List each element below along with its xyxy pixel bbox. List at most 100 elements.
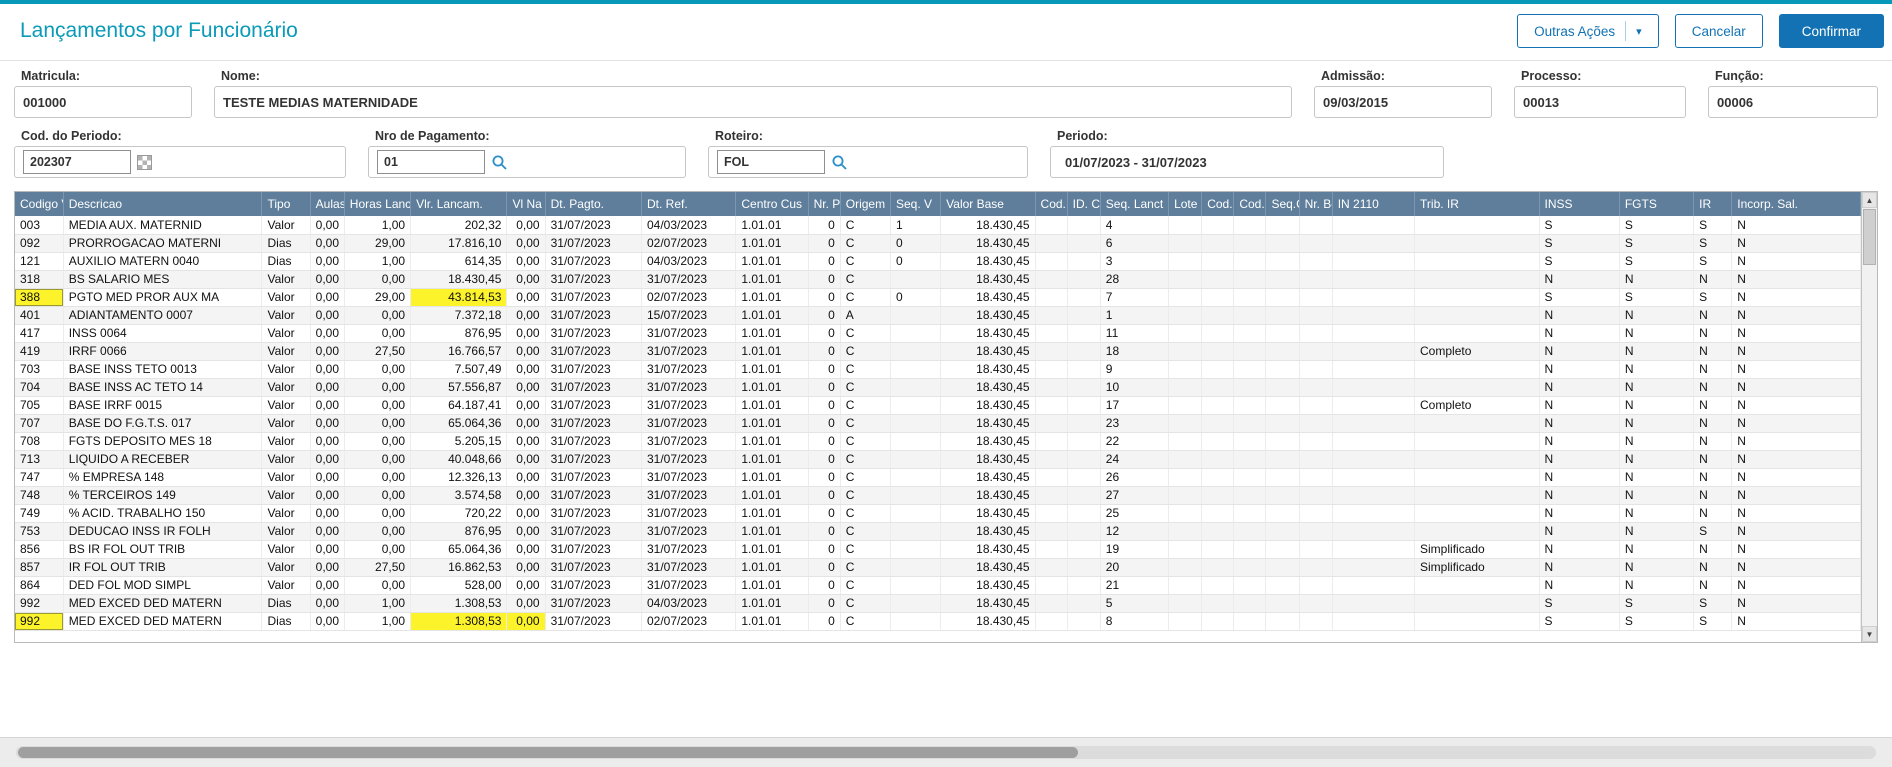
cell-c20[interactable] [1265, 324, 1300, 343]
cell-c8[interactable]: 31/07/2023 [641, 450, 737, 469]
cell-c2[interactable]: Dias [261, 594, 311, 613]
cell-c24[interactable]: N [1539, 558, 1620, 577]
cell-c13[interactable]: 18.430,45 [940, 216, 1036, 235]
cell-c11[interactable]: C [840, 396, 891, 415]
cell-c16[interactable]: 18 [1100, 342, 1170, 361]
grid-picker-icon[interactable] [137, 154, 152, 170]
cell-c23[interactable] [1414, 504, 1540, 523]
cell-c10[interactable]: 0 [808, 360, 841, 379]
cell-c24[interactable]: N [1539, 396, 1620, 415]
cell-c24[interactable]: N [1539, 522, 1620, 541]
cell-c14[interactable] [1035, 288, 1068, 307]
cell-c2[interactable]: Valor [261, 216, 311, 235]
cell-c15[interactable] [1067, 234, 1101, 253]
cell-c18[interactable] [1201, 468, 1235, 487]
cell-c11[interactable]: C [840, 414, 891, 433]
search-icon[interactable] [491, 154, 508, 171]
cell-c15[interactable] [1067, 522, 1101, 541]
cell-c16[interactable]: 8 [1100, 612, 1170, 631]
cell-c17[interactable] [1168, 450, 1203, 469]
cell-c25[interactable]: N [1619, 306, 1695, 325]
cell-c24[interactable]: N [1539, 270, 1620, 289]
cell-c20[interactable] [1265, 378, 1300, 397]
cell-c14[interactable] [1035, 324, 1068, 343]
cell-c12[interactable] [890, 486, 942, 505]
cell-c9[interactable]: 1.01.01 [735, 414, 809, 433]
cell-c9[interactable]: 1.01.01 [735, 594, 809, 613]
cell-c8[interactable]: 31/07/2023 [641, 324, 737, 343]
cell-c11[interactable]: C [840, 378, 891, 397]
cell-c6[interactable]: 0,00 [506, 522, 546, 541]
cell-c25[interactable]: N [1619, 558, 1695, 577]
cell-c2[interactable]: Valor [261, 522, 311, 541]
cell-c3[interactable]: 0,00 [310, 432, 345, 451]
cell-c15[interactable] [1067, 414, 1101, 433]
cell-c10[interactable]: 0 [808, 396, 841, 415]
cell-c27[interactable]: N [1731, 414, 1861, 433]
cell-c7[interactable]: 31/07/2023 [545, 288, 642, 307]
cell-c6[interactable]: 0,00 [506, 396, 546, 415]
cell-c25[interactable]: S [1619, 288, 1695, 307]
cell-c16[interactable]: 20 [1100, 558, 1170, 577]
cell-c19[interactable] [1233, 378, 1267, 397]
cell-c22[interactable] [1332, 324, 1416, 343]
cell-c1[interactable]: BASE INSS TETO 0013 [63, 360, 263, 379]
cell-c23[interactable] [1414, 252, 1540, 271]
cell-c13[interactable]: 18.430,45 [940, 576, 1036, 595]
cell-c12[interactable] [890, 576, 942, 595]
cell-c11[interactable]: C [840, 342, 891, 361]
cell-c20[interactable] [1265, 414, 1300, 433]
cell-c9[interactable]: 1.01.01 [735, 252, 809, 271]
cell-c20[interactable] [1265, 594, 1300, 613]
cell-c2[interactable]: Dias [261, 252, 311, 271]
cell-c16[interactable]: 17 [1100, 396, 1170, 415]
cell-c7[interactable]: 31/07/2023 [545, 360, 642, 379]
cell-c0[interactable]: 707 [15, 414, 64, 433]
cell-c0[interactable]: 748 [15, 486, 64, 505]
nro-pagamento-input[interactable] [377, 150, 485, 174]
cell-c19[interactable] [1233, 396, 1267, 415]
cell-c13[interactable]: 18.430,45 [940, 270, 1036, 289]
cell-c3[interactable]: 0,00 [310, 360, 345, 379]
cell-c9[interactable]: 1.01.01 [735, 234, 809, 253]
cell-c21[interactable] [1299, 270, 1333, 289]
cell-c18[interactable] [1201, 432, 1235, 451]
cell-c25[interactable]: N [1619, 468, 1695, 487]
cell-c2[interactable]: Valor [261, 504, 311, 523]
cell-c15[interactable] [1067, 594, 1101, 613]
cell-c3[interactable]: 0,00 [310, 378, 345, 397]
cell-c21[interactable] [1299, 234, 1333, 253]
cell-c19[interactable] [1233, 576, 1267, 595]
cell-c0[interactable]: 318 [15, 270, 64, 289]
cell-c4[interactable]: 0,00 [344, 504, 412, 523]
cell-c27[interactable]: N [1731, 540, 1861, 559]
cell-c0[interactable]: 749 [15, 504, 64, 523]
cell-c10[interactable]: 0 [808, 432, 841, 451]
cell-c5[interactable]: 43.814,53 [410, 288, 508, 307]
cell-c15[interactable] [1067, 558, 1101, 577]
cell-c9[interactable]: 1.01.01 [735, 288, 809, 307]
cell-c24[interactable]: N [1539, 324, 1620, 343]
cell-c10[interactable]: 0 [808, 234, 841, 253]
cell-c4[interactable]: 0,00 [344, 324, 412, 343]
cell-c9[interactable]: 1.01.01 [735, 432, 809, 451]
cell-c24[interactable]: N [1539, 342, 1620, 361]
cell-c9[interactable]: 1.01.01 [735, 486, 809, 505]
cell-c19[interactable] [1233, 612, 1267, 631]
cell-c23[interactable] [1414, 324, 1540, 343]
cell-c19[interactable] [1233, 234, 1267, 253]
cell-c8[interactable]: 31/07/2023 [641, 432, 737, 451]
cell-c14[interactable] [1035, 468, 1068, 487]
cell-c20[interactable] [1265, 270, 1300, 289]
cell-c6[interactable]: 0,00 [506, 270, 546, 289]
cell-c20[interactable] [1265, 360, 1300, 379]
cell-c0[interactable]: 713 [15, 450, 64, 469]
cell-c1[interactable]: % ACID. TRABALHO 150 [63, 504, 263, 523]
cell-c17[interactable] [1168, 270, 1203, 289]
cell-c0[interactable]: 388 [15, 288, 64, 307]
cell-c19[interactable] [1233, 270, 1267, 289]
cell-c15[interactable] [1067, 468, 1101, 487]
cell-c14[interactable] [1035, 612, 1068, 631]
cell-c3[interactable]: 0,00 [310, 342, 345, 361]
cell-c3[interactable]: 0,00 [310, 306, 345, 325]
